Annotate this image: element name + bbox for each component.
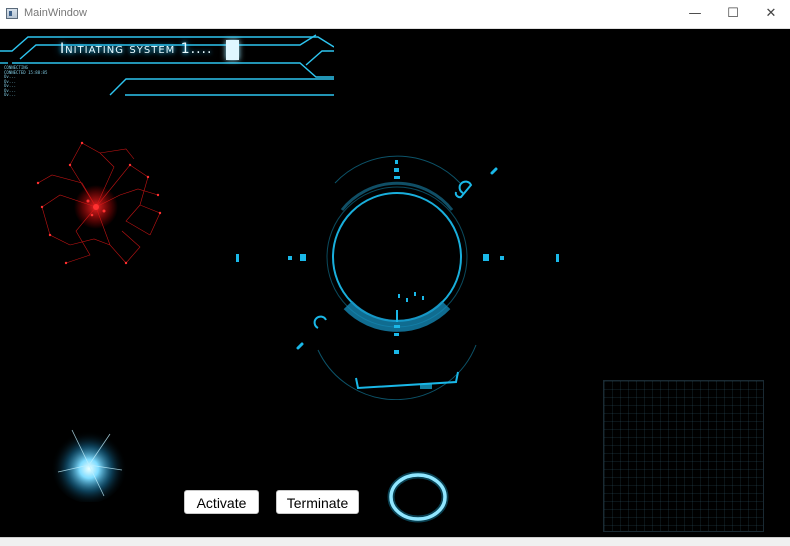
glowing-ring-icon	[387, 471, 449, 523]
grid-panel	[603, 380, 764, 532]
window-titlebar[interactable]: MainWindow — ☐ ✕	[0, 0, 790, 29]
log-line: Ov...	[4, 92, 17, 97]
initiating-banner: Initiating system 1.... CONNECTING CONNE…	[0, 33, 335, 98]
window-title: MainWindow	[24, 7, 87, 19]
red-network-visualization	[36, 141, 162, 265]
activate-button[interactable]: Activate	[184, 490, 259, 514]
minimize-button[interactable]: —	[676, 0, 714, 28]
maximize-button[interactable]: ☐	[714, 0, 752, 28]
terminate-button[interactable]: Terminate	[276, 490, 359, 514]
blinking-cursor	[226, 40, 239, 60]
blue-energy-glow	[51, 427, 127, 502]
banner-status-text: Initiating system 1....	[60, 41, 213, 57]
close-button[interactable]: ✕	[752, 0, 790, 28]
central-hud-reactor	[236, 155, 559, 400]
app-window-icon	[6, 8, 18, 19]
connection-log: CONNECTING CONNECTED 15:88:85 Ov... Ov..…	[4, 65, 47, 98]
